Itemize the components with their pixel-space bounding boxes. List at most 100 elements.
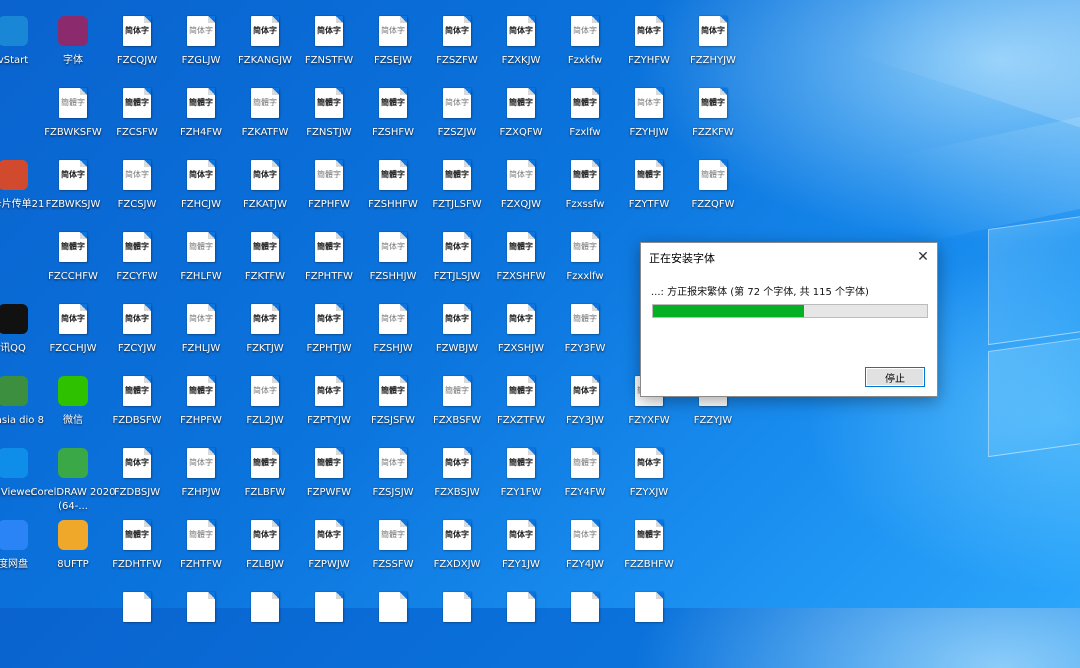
font-file-thumbnail-icon: 簡體字 — [251, 232, 279, 262]
font-file-icon[interactable]: 簡體字 FZY3FW — [550, 304, 620, 380]
font-preview-glyph: 简体字 — [381, 314, 405, 323]
font-file-thumbnail-icon: 简体字 — [251, 376, 279, 406]
install-progress-bar — [652, 304, 928, 318]
desktop-icon-label: Fzxxlfw — [566, 271, 604, 282]
camtasia-icon — [0, 376, 28, 406]
font-file-icon[interactable] — [486, 592, 556, 668]
font-file-icon[interactable] — [614, 592, 684, 668]
font-file-icon[interactable]: 简体字 FZZHYJW — [678, 16, 748, 92]
font-file-thumbnail-icon: 簡體字 — [571, 448, 599, 478]
font-preview-glyph: 簡體字 — [445, 170, 469, 179]
qq-icon — [0, 304, 28, 334]
font-file-thumbnail-icon: 簡體字 — [123, 232, 151, 262]
font-file-thumbnail-icon: 簡體字 — [699, 160, 727, 190]
progress-fill — [653, 305, 804, 317]
font-file-thumbnail-icon — [187, 592, 215, 622]
font-preview-glyph: 簡體字 — [317, 170, 341, 179]
font-preview-glyph: 簡體字 — [701, 170, 725, 179]
font-file-thumbnail-icon: 简体字 — [251, 304, 279, 334]
font-file-thumbnail-icon: 简体字 — [315, 16, 343, 46]
font-preview-glyph: 简体字 — [317, 386, 341, 395]
font-preview-glyph: 简体字 — [317, 26, 341, 35]
font-preview-glyph: 简体字 — [445, 458, 469, 467]
dialog-title: 正在安装字体 — [649, 252, 715, 265]
font-file-icon[interactable] — [422, 592, 492, 668]
font-file-thumbnail-icon: 簡體字 — [379, 88, 407, 118]
font-file-thumbnail-icon: 简体字 — [635, 88, 663, 118]
close-icon[interactable]: ✕ — [909, 243, 937, 271]
font-file-icon[interactable] — [294, 592, 364, 668]
desktop-icon-label: FZZQFW — [691, 199, 735, 210]
font-file-thumbnail-icon: 簡體字 — [507, 232, 535, 262]
font-file-thumbnail-icon: 简体字 — [123, 448, 151, 478]
font-file-thumbnail-icon: 簡體字 — [59, 88, 87, 118]
font-preview-glyph: 簡體字 — [637, 170, 661, 179]
font-preview-glyph: 简体字 — [125, 170, 149, 179]
font-preview-glyph: 簡體字 — [509, 458, 533, 467]
font-preview-glyph: 简体字 — [189, 314, 213, 323]
font-preview-glyph: 简体字 — [637, 26, 661, 35]
font-file-thumbnail-icon: 簡體字 — [571, 232, 599, 262]
baidu-netdisk-icon — [0, 520, 28, 550]
font-preview-glyph: 簡體字 — [637, 530, 661, 539]
font-preview-glyph: 簡體字 — [573, 458, 597, 467]
font-preview-glyph: 简体字 — [381, 458, 405, 467]
stop-button[interactable]: 停止 — [865, 367, 925, 387]
font-file-thumbnail-icon: 简体字 — [443, 304, 471, 334]
font-file-icon[interactable] — [102, 592, 172, 668]
font-preview-glyph: 簡體字 — [381, 386, 405, 395]
font-file-icon[interactable] — [166, 592, 236, 668]
font-preview-glyph: 簡體字 — [253, 242, 277, 251]
font-file-icon[interactable] — [550, 592, 620, 668]
font-preview-glyph: 简体字 — [509, 26, 533, 35]
font-file-thumbnail-icon: 简体字 — [379, 16, 407, 46]
font-file-thumbnail-icon: 簡體字 — [507, 376, 535, 406]
font-file-thumbnail-icon: 简体字 — [187, 304, 215, 334]
font-file-thumbnail-icon: 簡體字 — [379, 520, 407, 550]
font-file-thumbnail-icon — [443, 592, 471, 622]
font-file-thumbnail-icon: 簡體字 — [59, 232, 87, 262]
font-preview-glyph: 簡體字 — [573, 98, 597, 107]
font-preview-glyph: 簡體字 — [381, 530, 405, 539]
install-fonts-dialog: 正在安装字体 ✕ ...: 方正报宋繁体 (第 72 个字体, 共 115 个字… — [640, 242, 938, 397]
font-file-thumbnail-icon: 簡體字 — [571, 160, 599, 190]
font-file-thumbnail-icon: 简体字 — [571, 376, 599, 406]
font-file-thumbnail-icon: 简体字 — [699, 16, 727, 46]
font-preview-glyph: 简体字 — [253, 314, 277, 323]
font-preview-glyph: 簡體字 — [317, 98, 341, 107]
font-file-thumbnail-icon: 简体字 — [443, 16, 471, 46]
font-preview-glyph: 簡體字 — [189, 242, 213, 251]
font-file-thumbnail-icon: 簡體字 — [315, 232, 343, 262]
font-file-thumbnail-icon: 簡體字 — [123, 88, 151, 118]
font-file-thumbnail-icon: 简体字 — [315, 304, 343, 334]
font-file-thumbnail-icon: 简体字 — [187, 448, 215, 478]
font-preview-glyph: 简体字 — [125, 314, 149, 323]
font-file-thumbnail-icon: 简体字 — [571, 16, 599, 46]
font-preview-glyph: 簡體字 — [125, 242, 149, 251]
font-file-icon[interactable] — [358, 592, 428, 668]
font-preview-glyph: 简体字 — [253, 386, 277, 395]
font-preview-glyph: 簡體字 — [317, 242, 341, 251]
font-file-icon[interactable]: 簡體字 Fzxxlfw — [550, 232, 620, 308]
font-preview-glyph: 簡體字 — [189, 386, 213, 395]
dialog-titlebar[interactable]: 正在安装字体 ✕ — [641, 243, 937, 271]
desktop-icon-label: FZZKFW — [692, 127, 734, 138]
font-preview-glyph: 簡體字 — [189, 530, 213, 539]
font-file-thumbnail-icon: 簡體字 — [507, 88, 535, 118]
font-preview-glyph: 簡體字 — [573, 170, 597, 179]
font-file-icon[interactable]: 簡體字 FZZQFW — [678, 160, 748, 236]
font-file-thumbnail-icon: 简体字 — [507, 304, 535, 334]
font-file-icon[interactable] — [230, 592, 300, 668]
font-preview-glyph: 简体字 — [445, 26, 469, 35]
font-file-icon[interactable]: 简体字 FZYXJW — [614, 448, 684, 524]
font-file-icon[interactable]: 簡體字 FZZKFW — [678, 88, 748, 164]
font-file-thumbnail-icon: 简体字 — [251, 16, 279, 46]
font-file-thumbnail-icon: 簡體字 — [315, 88, 343, 118]
photo-app-icon — [0, 160, 28, 190]
font-file-thumbnail-icon: 簡體字 — [635, 160, 663, 190]
font-file-thumbnail-icon: 簡體字 — [443, 376, 471, 406]
font-file-thumbnail-icon: 簡體字 — [187, 520, 215, 550]
font-file-icon[interactable]: 簡體字 FZZBHFW — [614, 520, 684, 596]
font-preview-glyph: 简体字 — [189, 458, 213, 467]
install-status-message: ...: 方正报宋繁体 (第 72 个字体, 共 115 个字体) — [651, 287, 869, 298]
